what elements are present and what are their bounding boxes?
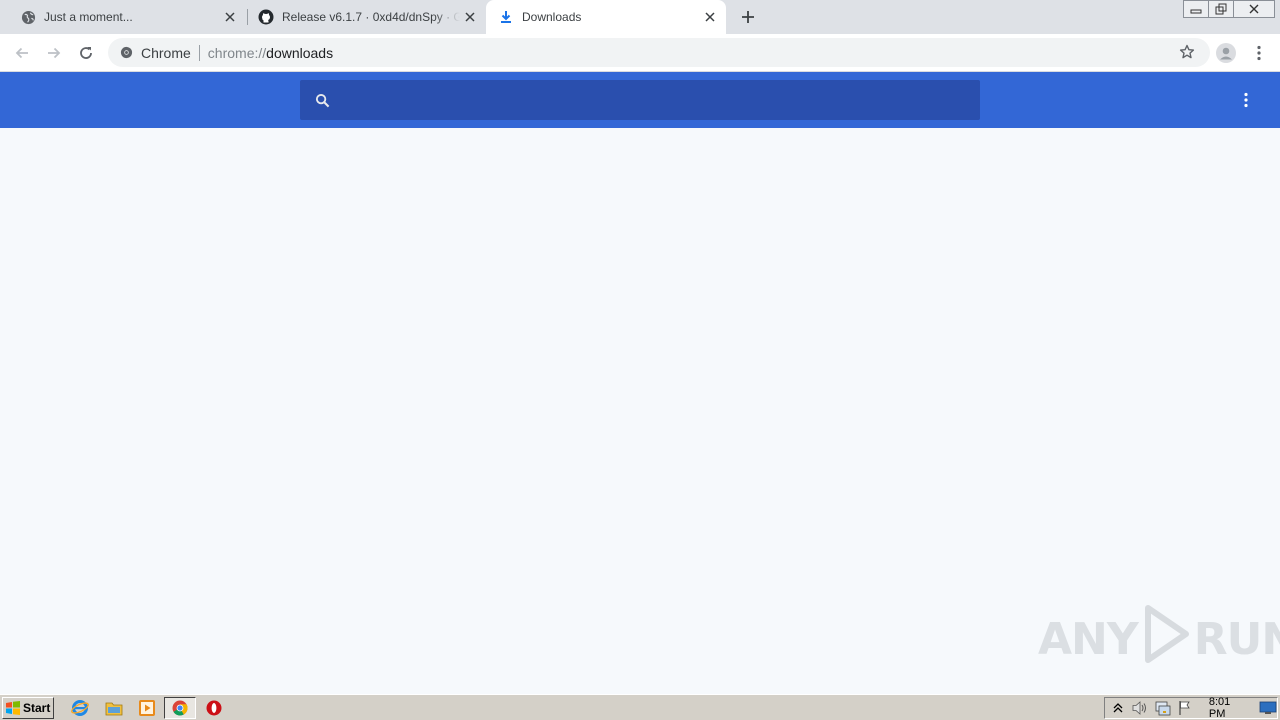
watermark-text-right: RUN: [1193, 613, 1280, 665]
show-desktop-icon[interactable]: [1259, 699, 1277, 717]
action-center-flag-icon[interactable]: [1177, 699, 1193, 717]
tab-downloads[interactable]: Downloads: [486, 0, 726, 34]
downloads-search-box[interactable]: [300, 80, 980, 120]
restore-icon: [1215, 3, 1227, 15]
chrome-page-icon: [119, 46, 133, 60]
watermark-text-left: ANY: [1038, 613, 1139, 665]
close-window-button[interactable]: [1233, 0, 1275, 18]
tab-title: Downloads: [522, 10, 582, 24]
start-button[interactable]: Start: [2, 697, 54, 719]
minimize-button[interactable]: [1183, 0, 1209, 18]
tab-title: Just a moment...: [44, 10, 133, 24]
close-icon: [1249, 4, 1259, 14]
profile-button[interactable]: [1214, 41, 1238, 65]
opera-icon[interactable]: [204, 698, 224, 718]
close-tab-icon[interactable]: [460, 7, 480, 27]
chrome-logo-icon: [172, 700, 188, 716]
volume-icon[interactable]: [1131, 699, 1149, 717]
tab-just-a-moment[interactable]: Just a moment...: [0, 0, 246, 34]
address-bar[interactable]: Chrome chrome://downloads: [108, 38, 1210, 67]
chrome-menu-button[interactable]: [1247, 41, 1271, 65]
url-scheme: chrome://: [207, 44, 267, 61]
tab-github-release[interactable]: Release v6.1.7 · 0xd4d/dnSpy · GitHub: [248, 0, 486, 34]
plus-icon: [742, 11, 754, 23]
arrow-right-icon: [48, 47, 61, 59]
github-icon: [258, 9, 274, 25]
close-tab-icon[interactable]: [220, 7, 240, 27]
bookmark-star-icon[interactable]: [1178, 43, 1196, 61]
taskbar-clock[interactable]: 8:01 PM: [1209, 696, 1245, 720]
reload-button[interactable]: [74, 41, 98, 65]
play-logo-icon: [1142, 604, 1190, 675]
url-path: downloads: [266, 44, 334, 61]
browser-toolbar: Chrome chrome://downloads: [0, 34, 1280, 72]
downloads-search-input[interactable]: [332, 80, 980, 120]
arrow-left-icon: [15, 47, 28, 59]
network-icon[interactable]: [1154, 699, 1172, 717]
restore-button[interactable]: [1208, 0, 1234, 18]
downloads-toolbar: [0, 72, 1280, 128]
search-icon: [312, 90, 332, 110]
omnibox-divider: [198, 44, 200, 61]
forward-button[interactable]: [42, 41, 66, 65]
globe-icon: [20, 9, 36, 25]
file-explorer-icon[interactable]: [104, 698, 124, 718]
windows-logo-icon: [5, 700, 21, 716]
tab-title: Release v6.1.7 · 0xd4d/dnSpy · GitHub: [282, 10, 460, 24]
system-tray: 8:01 PM: [1104, 696, 1278, 720]
media-player-icon[interactable]: [137, 698, 157, 718]
show-hidden-icons-icon[interactable]: [1110, 699, 1126, 717]
minimize-icon: [1190, 9, 1202, 14]
kebab-menu-icon: [1257, 45, 1261, 61]
start-label: Start: [23, 701, 51, 715]
download-icon: [498, 9, 514, 25]
close-tab-icon[interactable]: [700, 7, 720, 27]
avatar-icon: [1216, 43, 1236, 63]
kebab-menu-icon: [1244, 92, 1248, 108]
windows-taskbar: Start 8:01 PM: [0, 694, 1280, 720]
chrome-taskbar-button[interactable]: [164, 697, 196, 719]
internet-explorer-icon[interactable]: [70, 698, 90, 718]
back-button[interactable]: [10, 41, 34, 65]
anyrun-watermark: ANY RUN: [1038, 604, 1280, 670]
new-tab-button[interactable]: [736, 6, 760, 28]
downloads-more-actions-button[interactable]: [1234, 88, 1258, 112]
security-chip-label: Chrome: [141, 44, 191, 61]
tab-strip: Just a moment... Release v6.1.7 · 0xd4d/…: [0, 0, 1280, 34]
reload-icon: [80, 47, 92, 59]
